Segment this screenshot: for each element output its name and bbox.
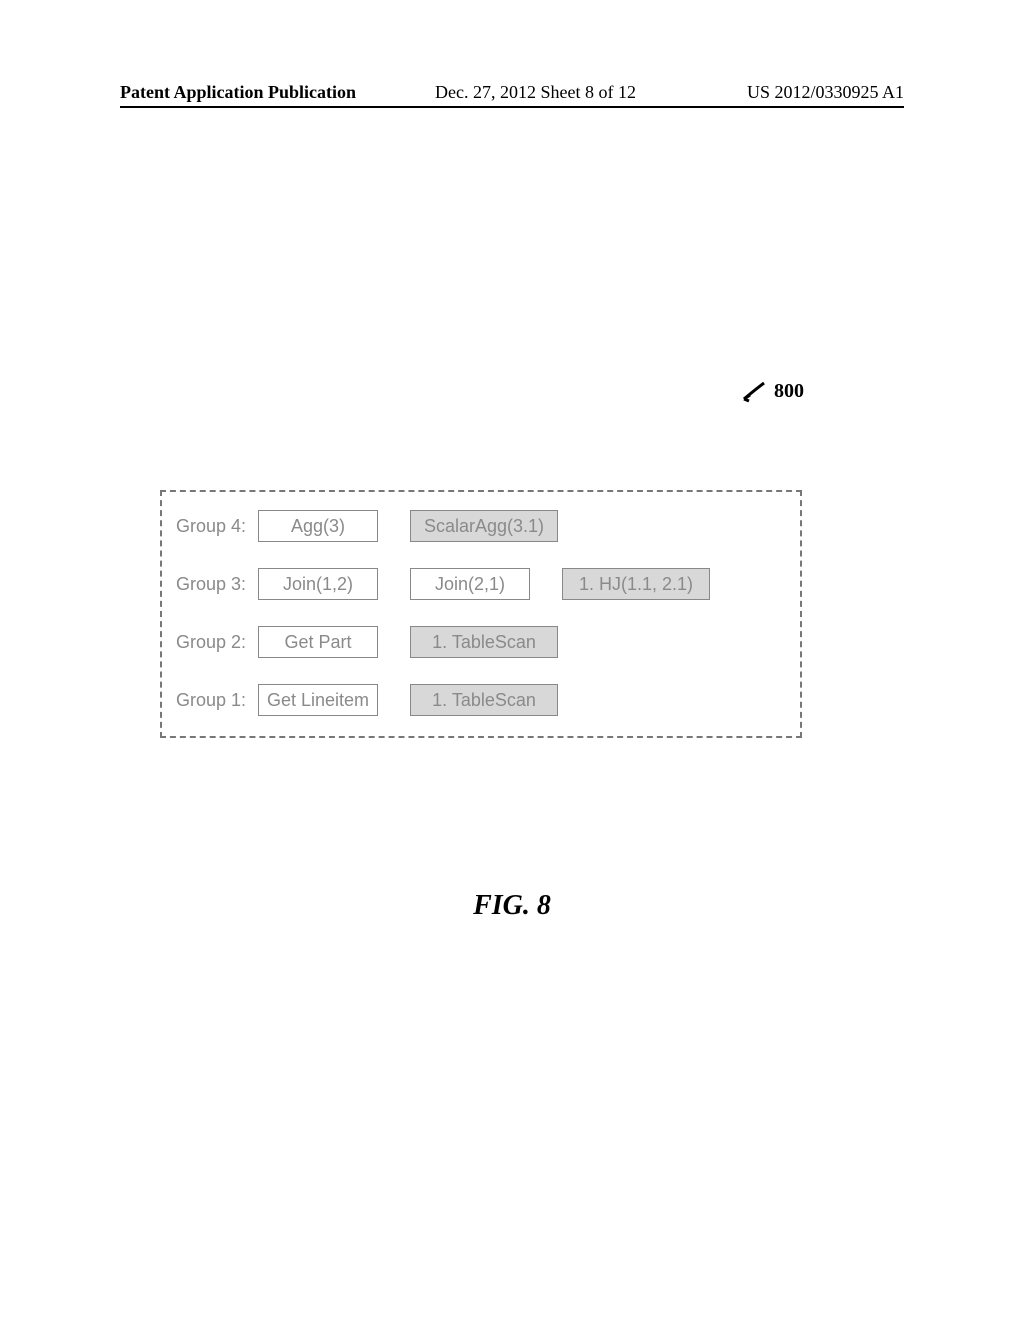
group-row-4: Group 4: Agg(3) ScalarAgg(3.1) <box>176 504 786 548</box>
figure-caption: FIG. 8 <box>0 890 1024 922</box>
group-row-2: Group 2: Get Part 1. TableScan <box>176 620 786 664</box>
group-label-1: Group 1: <box>176 690 254 711</box>
group-row-3: Group 3: Join(1,2) Join(2,1) 1. HJ(1.1, … <box>176 562 786 606</box>
group-row-1: Group 1: Get Lineitem 1. TableScan <box>176 678 786 722</box>
group-label-2: Group 2: <box>176 632 254 653</box>
group-label-4: Group 4: <box>176 516 254 537</box>
plan-scalaragg-3-1: ScalarAgg(3.1) <box>410 510 558 542</box>
reference-number-text: 800 <box>774 380 804 403</box>
expr-join-2-1: Join(2,1) <box>410 568 530 600</box>
group-label-3: Group 3: <box>176 574 254 595</box>
plan-tablescan-part: 1. TableScan <box>410 626 558 658</box>
reference-arrow-icon <box>742 383 770 401</box>
publication-type: Patent Application Publication <box>120 82 356 103</box>
publication-number: US 2012/0330925 A1 <box>747 82 904 103</box>
header-rule <box>120 106 904 108</box>
date-sheet: Dec. 27, 2012 Sheet 8 of 12 <box>435 82 636 103</box>
expr-get-part: Get Part <box>258 626 378 658</box>
reference-numeral: 800 <box>742 380 804 403</box>
expr-join-1-2: Join(1,2) <box>258 568 378 600</box>
expr-get-lineitem: Get Lineitem <box>258 684 378 716</box>
expr-agg-3: Agg(3) <box>258 510 378 542</box>
memo-groups-diagram: Group 4: Agg(3) ScalarAgg(3.1) Group 3: … <box>160 490 802 738</box>
plan-tablescan-lineitem: 1. TableScan <box>410 684 558 716</box>
page-header: Patent Application Publication Dec. 27, … <box>120 82 904 106</box>
plan-hj-1-1-2-1: 1. HJ(1.1, 2.1) <box>562 568 710 600</box>
